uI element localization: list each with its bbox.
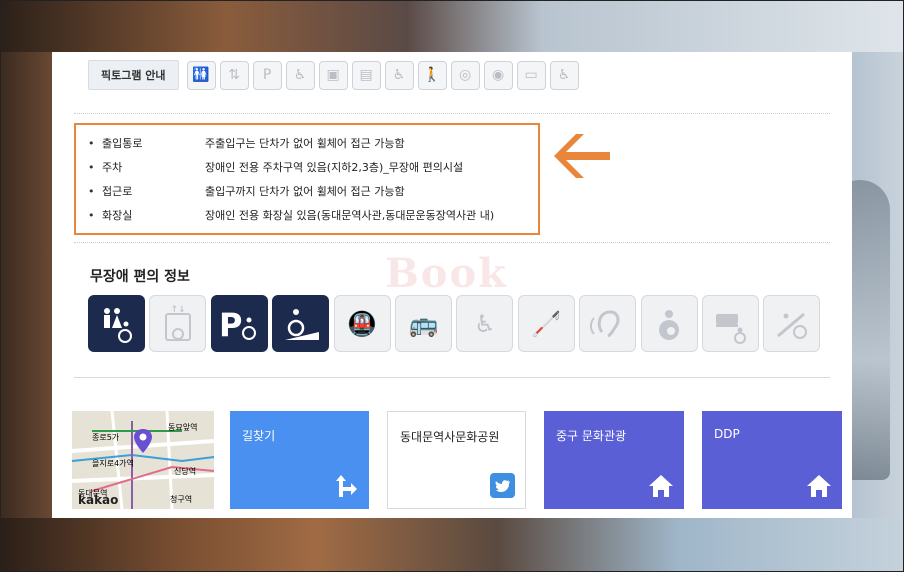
- ramp-icon: ♿: [285, 60, 315, 90]
- divider: [74, 242, 830, 243]
- tile-title: 동대문역사문화공원: [400, 430, 500, 444]
- info-value: 장애인 전용 화장실 있음(동대문역사관,동대문운동장역사관 내): [205, 209, 495, 222]
- tile-title: 길찾기: [242, 429, 276, 443]
- bed-icon: ▭: [516, 60, 546, 90]
- divider: [74, 377, 830, 378]
- map-pin-icon: [134, 429, 152, 453]
- info-row: • 출입통로 주출입구는 단차가 없어 휠체어 접근 가능함: [88, 133, 405, 153]
- map-label: 종로5가: [92, 433, 120, 442]
- playground-icon: [763, 295, 821, 352]
- culture-tourism-tile[interactable]: 중구 문화관광: [544, 411, 684, 509]
- counter-icon: ♿: [384, 60, 414, 90]
- subway-icon: 🚇: [333, 295, 391, 352]
- tile-title: 중구 문화관광: [556, 429, 627, 443]
- blind-icon: 🦯: [517, 295, 575, 352]
- info-row: • 주차 장애인 전용 주차구역 있음(지하2,3층)_무장애 편의시설: [88, 157, 463, 177]
- accessibility-title: 무장애 편의 정보: [90, 269, 190, 285]
- info-value: 출입구까지 단차가 없어 휠체어 접근 가능함: [205, 185, 405, 198]
- background-photo-top: [0, 0, 904, 52]
- bed-icon: [701, 295, 759, 352]
- watermark: Book: [385, 250, 508, 297]
- info-label: 주차: [102, 161, 123, 174]
- home-icon: [649, 475, 673, 497]
- background-photo-bottom: [0, 518, 904, 572]
- info-value: 장애인 전용 주차구역 있음(지하2,3층)_무장애 편의시설: [205, 161, 464, 174]
- restroom-icon: 🚻: [186, 60, 216, 90]
- home-icon: [807, 475, 831, 497]
- pictogram-row: 픽토그램 안내 🚻 ⇅ P ♿ ▣ ▤ ♿ 🚶 ◎ ◉ ▭ ♿: [88, 60, 583, 90]
- location-map[interactable]: 동묘앞역 종로5가 을지로4가역 신당역 청구역 동대문역 kakao: [72, 411, 214, 509]
- pictogram-guide-button[interactable]: 픽토그램 안내: [88, 60, 179, 90]
- info-label: 화장실: [102, 209, 133, 222]
- counter-icon: ♿: [456, 295, 514, 352]
- nursing-icon: ◉: [483, 60, 513, 90]
- subway-icon: ▣: [318, 60, 348, 90]
- directions-icon: [336, 475, 357, 497]
- tile-title: DDP: [714, 427, 740, 441]
- ddp-tile[interactable]: DDP: [702, 411, 842, 509]
- elevator-icon: ↑↓: [149, 295, 207, 352]
- facility-info-box: • 출입통로 주출입구는 단차가 없어 휠체어 접근 가능함 • 주차 장애인 …: [74, 123, 540, 235]
- bullet: •: [88, 136, 95, 150]
- parking-icon: P: [252, 60, 282, 90]
- bullet: •: [88, 160, 95, 174]
- restroom-icon: [88, 295, 145, 352]
- elevator-icon: ⇅: [219, 60, 249, 90]
- hearing-icon: [579, 295, 637, 352]
- kakao-logo: kakao: [78, 493, 119, 507]
- playground-icon: ♿: [549, 60, 579, 90]
- info-label: 출입통로: [102, 137, 143, 150]
- history-park-tile[interactable]: 동대문역사문화공원: [387, 411, 526, 509]
- svg-text:↑↓: ↑↓: [170, 305, 185, 315]
- arrow-left-icon: [554, 134, 610, 178]
- twitter-icon[interactable]: [490, 473, 515, 498]
- map-label: 청구역: [170, 495, 193, 504]
- nursing-icon: [640, 295, 698, 352]
- bus-icon: ▤: [351, 60, 381, 90]
- map-label: 을지로4가역: [92, 459, 134, 468]
- bus-icon: 🚌: [394, 295, 452, 352]
- content-panel: 픽토그램 안내 🚻 ⇅ P ♿ ▣ ▤ ♿ 🚶 ◎ ◉ ▭ ♿ • 출입통로 주…: [52, 52, 852, 518]
- divider: [74, 113, 830, 114]
- directions-tile[interactable]: 길찾기: [230, 411, 369, 509]
- svg-text:P: P: [219, 306, 242, 344]
- blind-icon: 🚶: [417, 60, 447, 90]
- info-label: 접근로: [102, 185, 133, 198]
- accessibility-icons: ↑↓ P 🚇 🚌 ♿ 🦯: [88, 295, 825, 352]
- ramp-icon: [272, 295, 330, 352]
- bullet: •: [88, 184, 95, 198]
- map-label: 동묘앞역: [168, 423, 198, 432]
- bullet: •: [88, 208, 95, 222]
- map-label: 신당역: [174, 467, 197, 476]
- hearing-icon: ◎: [450, 60, 480, 90]
- info-row: • 접근로 출입구까지 단차가 없어 휠체어 접근 가능함: [88, 181, 405, 201]
- info-value: 주출입구는 단차가 없어 휠체어 접근 가능함: [205, 137, 405, 150]
- parking-icon: P: [210, 295, 268, 352]
- info-row: • 화장실 장애인 전용 화장실 있음(동대문역사관,동대문운동장역사관 내): [88, 205, 494, 225]
